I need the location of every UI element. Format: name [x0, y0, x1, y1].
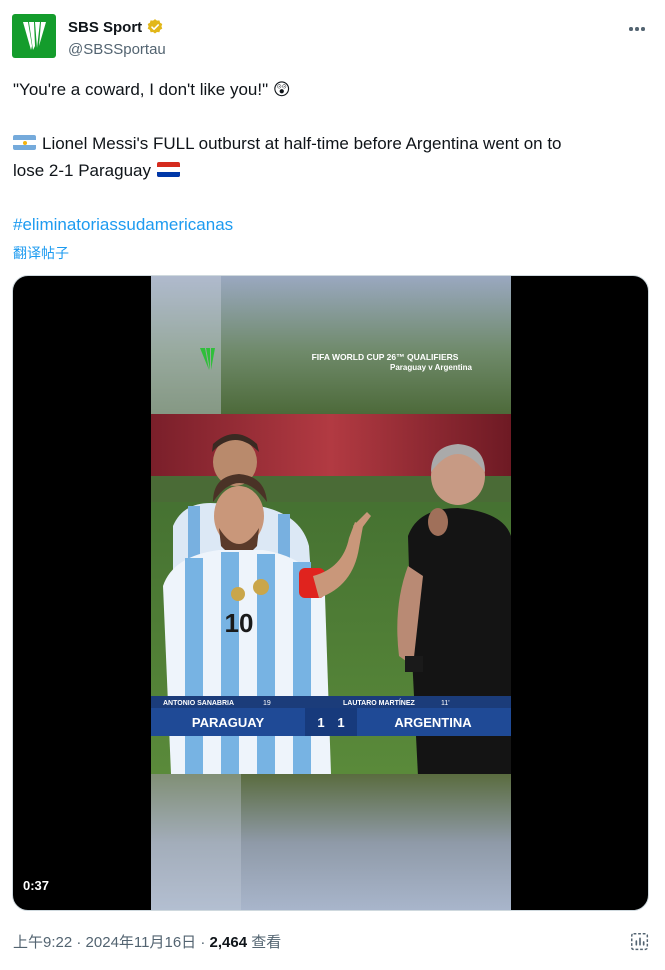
more-options-icon[interactable] — [625, 20, 649, 38]
argentina-flag-icon — [13, 135, 36, 150]
tweet-line-3-text: lose 2-1 Paraguay — [13, 161, 151, 180]
shirt-number: 10 — [225, 608, 254, 638]
video-player[interactable]: FIFA WORLD CUP 26™ QUALIFIERS Paraguay v… — [12, 275, 649, 911]
post-time[interactable]: 上午9:22 — [13, 934, 72, 951]
paraguay-flag-icon — [156, 162, 180, 177]
name-row: SBS Sport — [68, 18, 164, 36]
tweet-line-2-text: Lionel Messi's FULL outburst at half-tim… — [42, 134, 562, 153]
view-count: 2,464 — [209, 934, 248, 951]
verified-badge-icon — [147, 19, 163, 34]
tweet-spacer — [13, 103, 653, 130]
hashtag-link[interactable]: #eliminatoriassudamericanas — [13, 215, 233, 234]
right-player-time: 11' — [441, 700, 450, 707]
display-name[interactable]: SBS Sport — [68, 19, 142, 36]
tweet-header: SBS Sport @SBSSportau — [12, 14, 653, 62]
tweet-line-3: lose 2-1 Paraguay — [13, 157, 653, 184]
video-frame: FIFA WORLD CUP 26™ QUALIFIERS Paraguay v… — [151, 276, 511, 910]
views-label: 查看 — [251, 934, 282, 951]
translate-post-link[interactable]: 翻译帖子 — [13, 243, 69, 263]
post-date[interactable]: 2024年11月16日 — [86, 934, 197, 951]
meta-separator: · — [200, 934, 206, 951]
tweet-text: "You're a coward, I don't like you!" 😲 L… — [13, 76, 653, 238]
video-duration: 0:37 — [18, 876, 55, 895]
home-team: PARAGUAY — [192, 715, 265, 730]
hashtag-line: #eliminatoriassudamericanas — [13, 211, 653, 238]
analytics-icon[interactable] — [629, 931, 651, 953]
left-player-name: ANTONIO SANABRIA — [163, 700, 234, 707]
account-handle[interactable]: @SBSSportau — [68, 41, 166, 58]
tweet-line-2: Lionel Messi's FULL outburst at half-tim… — [13, 130, 653, 157]
avatar[interactable] — [12, 14, 56, 58]
home-score: 1 — [317, 715, 324, 730]
tweet-line-1: "You're a coward, I don't like you!" 😲 — [13, 80, 291, 99]
away-score: 1 — [337, 715, 344, 730]
sbs-logo-icon — [23, 22, 46, 50]
overlay-title: FIFA WORLD CUP 26™ QUALIFIERS — [312, 352, 459, 362]
left-player-number: 19 — [263, 700, 271, 707]
meta-separator: · — [76, 934, 82, 951]
overlay-subtitle: Paraguay v Argentina — [390, 363, 473, 372]
away-team: ARGENTINA — [394, 715, 472, 730]
tweet-meta: 上午9:22 · 2024年11月16日 · 2,464 查看 — [13, 931, 281, 952]
tweet-spacer-2 — [13, 184, 653, 211]
scorebar: ANTONIO SANABRIA 19 LAUTARO MARTÍNEZ 11'… — [151, 696, 511, 736]
right-player-name: LAUTARO MARTÍNEZ — [343, 698, 416, 707]
